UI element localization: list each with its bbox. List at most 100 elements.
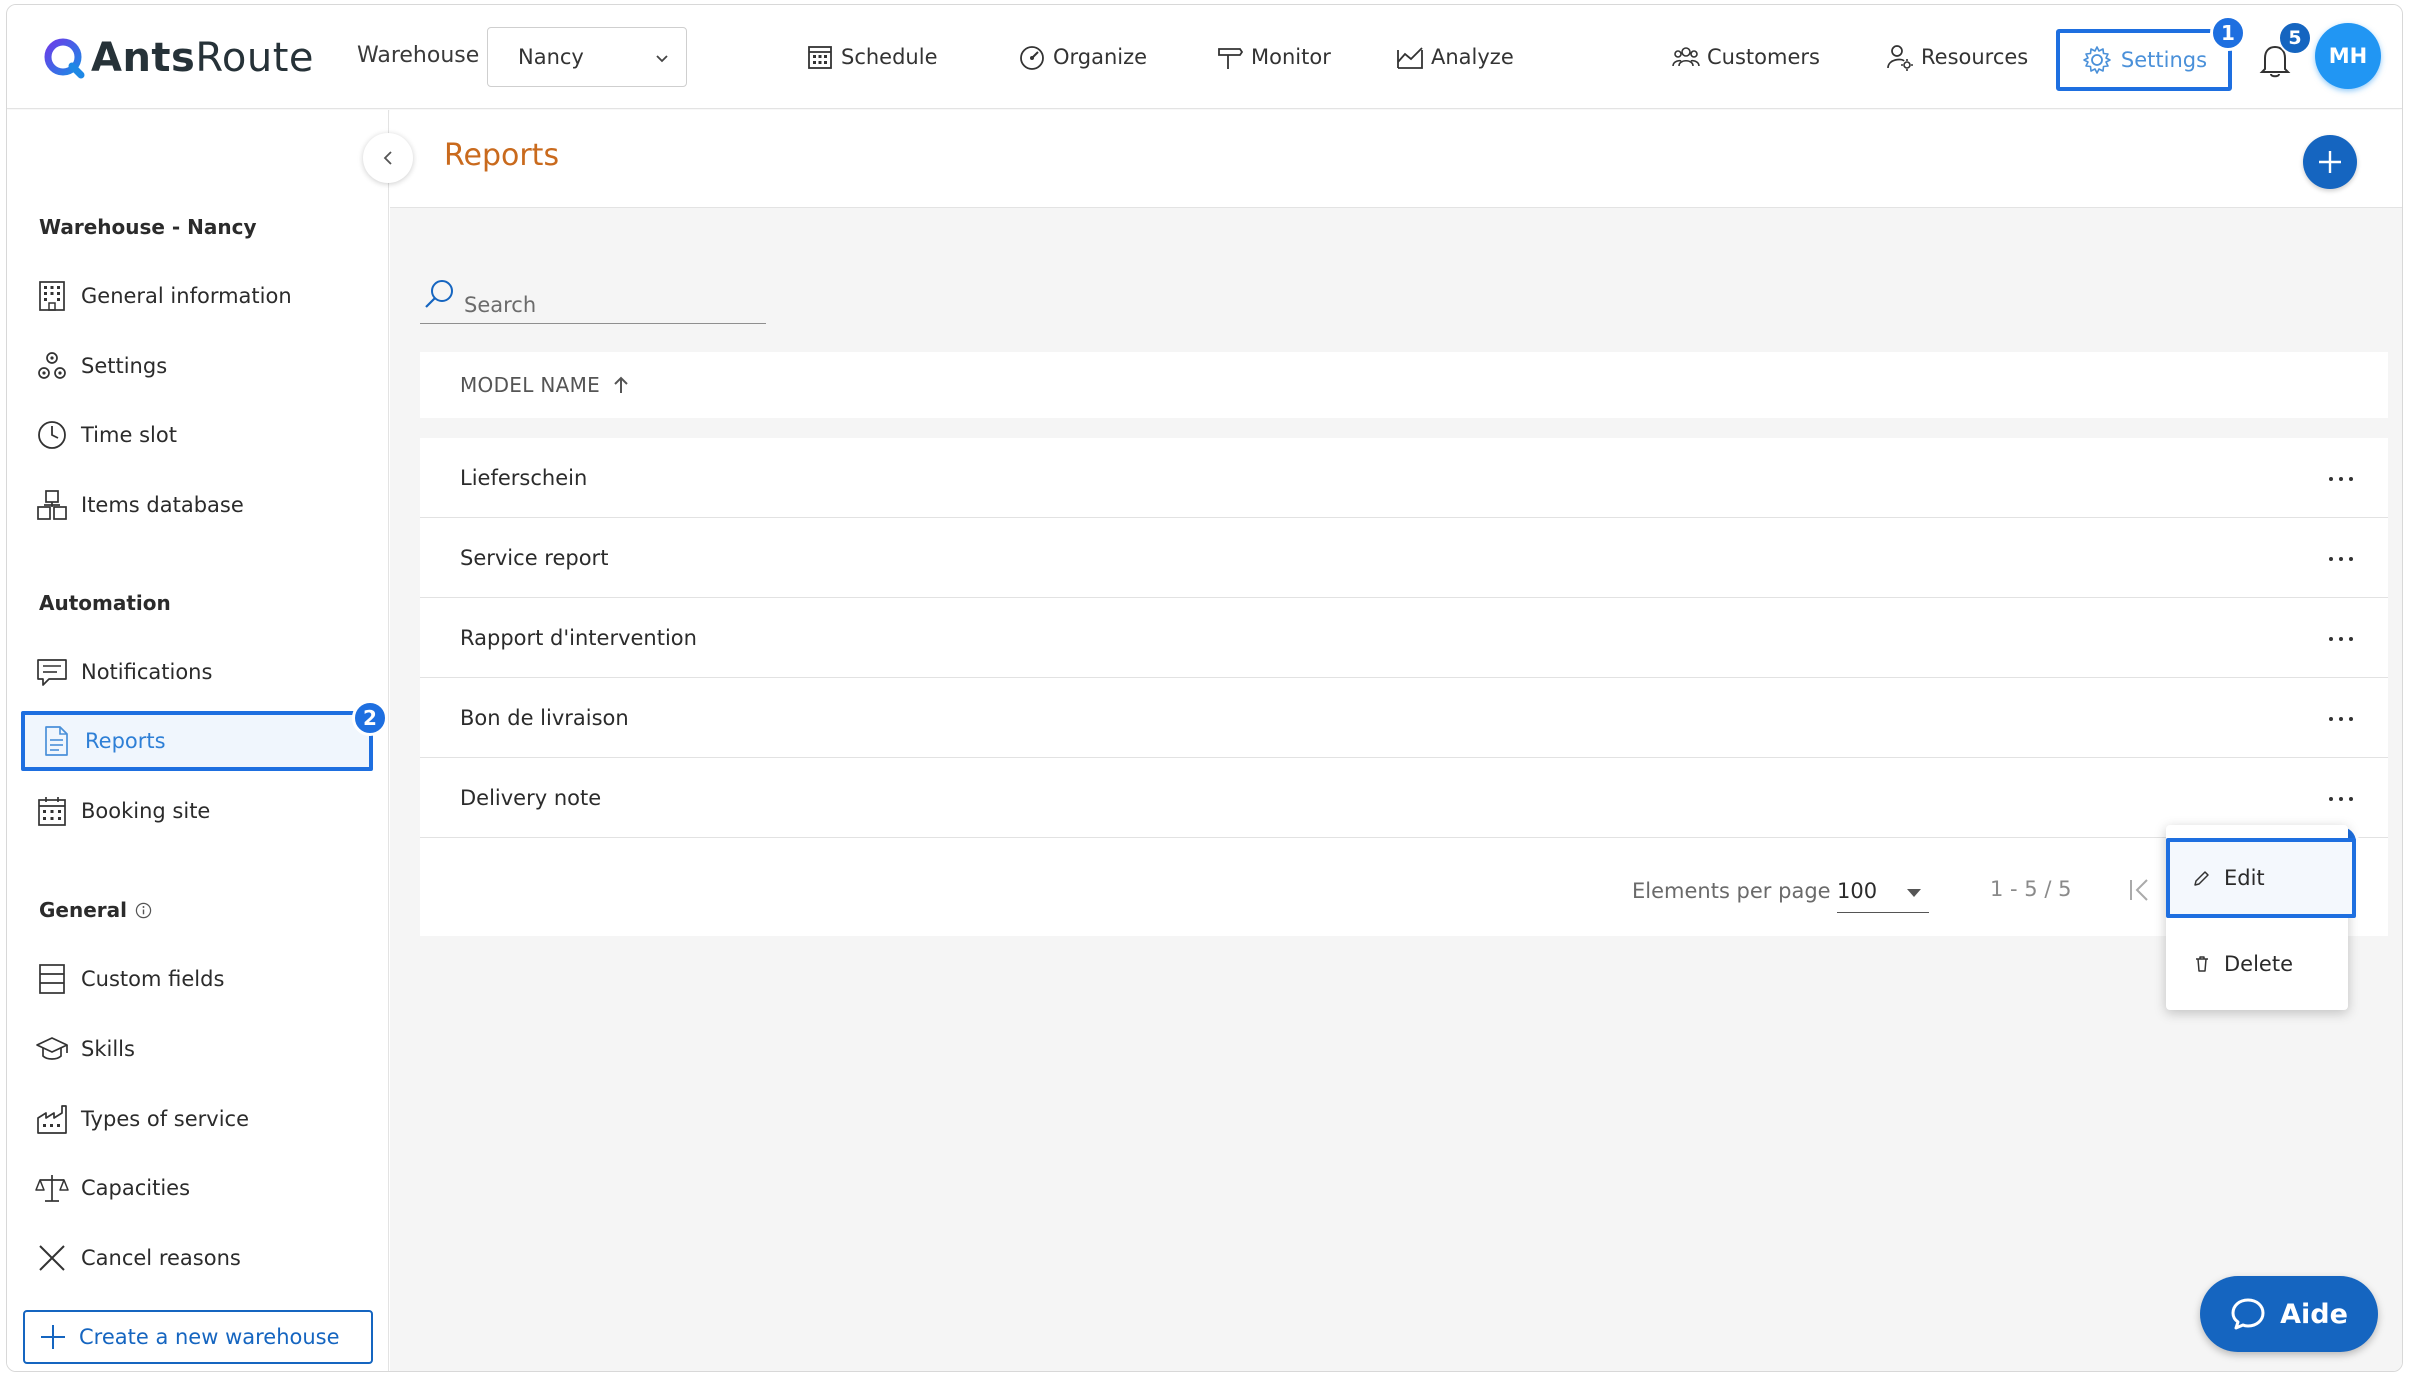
building-icon [39,281,65,311]
trash-icon [2196,956,2208,972]
sidebar-item-time-slot[interactable]: Time slot [35,412,375,458]
avatar[interactable]: MH [2315,23,2381,89]
table-row[interactable]: Lieferschein [420,438,2388,518]
signpost-icon [1218,48,1244,69]
nav-customers[interactable]: Customers [1671,35,1820,79]
page-header: Reports [390,110,2402,208]
row-menu-button[interactable] [2318,464,2364,494]
help-button-label: Aide [2280,1298,2348,1330]
sidebar-item-notifications[interactable]: Notifications [35,649,375,695]
menu-item-edit-label: Edit [2224,866,2265,890]
step-badge-1: 1 [2210,15,2246,51]
step-badge-2: 2 [352,700,388,736]
create-warehouse-button[interactable]: Create a new warehouse [23,1310,373,1364]
sidebar-item-booking-site[interactable]: Booking site [35,788,375,834]
logo-text: AntsRoute [91,35,314,81]
search-placeholder: Search [464,293,537,317]
warehouse-select-value: Nancy [518,45,584,69]
nav-schedule[interactable]: Schedule [805,35,938,79]
warehouse-select[interactable]: Nancy [487,27,687,87]
row-menu-button[interactable] [2318,704,2364,734]
sidebar-item-items-database[interactable]: Items database [35,482,375,528]
menu-item-edit[interactable]: Edit [2166,838,2356,918]
help-button[interactable]: Aide [2200,1276,2378,1352]
nav-analyze-label: Analyze [1431,45,1514,69]
collapse-sidebar-button[interactable] [363,133,413,183]
logo-icon [44,38,85,79]
sidebar-item-custom-fields[interactable]: Custom fields [35,956,375,1002]
sidebar-item-general-information[interactable]: General information [35,273,375,319]
column-header-label: MODEL NAME [460,373,601,397]
chart-icon [1397,47,1423,69]
antsroute-logo[interactable]: AntsRoute [43,33,314,83]
sidebar-item-label: Time slot [81,423,177,447]
sidebar-item-label: Types of service [81,1107,249,1131]
sidebar-item-skills[interactable]: Skills [35,1026,375,1072]
row-menu-button[interactable] [2318,544,2364,574]
sidebar-item-label: Cancel reasons [81,1246,241,1270]
row-menu-button[interactable] [2318,624,2364,654]
calendar-icon [38,797,66,826]
row-menu-button[interactable] [2318,784,2364,814]
sidebar-item-label: Booking site [81,799,211,823]
add-report-button[interactable] [2303,135,2357,189]
gears-icon [38,352,66,379]
table-row[interactable]: Service report [420,518,2388,598]
plus-icon [2319,151,2341,173]
nav-analyze[interactable]: Analyze [1395,35,1514,79]
table-row[interactable]: Rapport d'intervention [420,598,2388,678]
header-divider [420,418,2388,438]
sidebar: Warehouse - Nancy General information Se… [7,110,389,1371]
row-model-name: Delivery note [460,785,602,810]
nav-organize[interactable]: Organize [1017,35,1147,79]
gauge-icon [1020,46,1044,70]
table-pagination: Elements per page 100 1 - 5 / 5 [420,839,2388,936]
nav-resources-label: Resources [1921,45,2029,69]
first-page-icon[interactable] [2125,875,2155,905]
nav-schedule-label: Schedule [841,45,938,69]
nav-monitor[interactable]: Monitor [1215,35,1331,79]
sidebar-item-types-of-service[interactable]: Types of service [35,1096,375,1142]
pagination-range: 1 - 5 / 5 [1990,877,2072,901]
sidebar-item-settings[interactable]: Settings [35,343,375,389]
search-input[interactable]: Search [420,278,766,324]
nav-customers-label: Customers [1707,45,1820,69]
row-model-name: Service report [460,545,609,570]
sidebar-item-label: General information [81,284,292,308]
caret-down-icon [1907,889,1921,897]
sidebar-item-label: Reports [85,729,166,753]
nav-monitor-label: Monitor [1251,45,1331,69]
sidebar-item-reports[interactable]: Reports [21,711,373,771]
warehouse-label: Warehouse [357,43,480,68]
table-row[interactable]: Delivery note [420,758,2388,838]
elements-per-page-label: Elements per page [1632,879,1831,903]
chevron-down-icon [656,55,668,63]
chevron-left-icon [383,151,392,165]
graduation-cap-icon [36,1037,68,1060]
table-row[interactable]: Bon de livraison [420,678,2388,758]
notification-count-badge: 5 [2278,21,2312,55]
nav-resources[interactable]: Resources [1885,35,2028,79]
elements-per-page-select[interactable]: 100 [1837,873,1929,913]
row-model-name: Lieferschein [460,465,588,490]
customers-icon [1672,47,1700,67]
column-header-model-name[interactable]: MODEL NAME [420,352,2388,418]
gear-icon [2083,46,2111,74]
sidebar-item-capacities[interactable]: Capacities [35,1165,375,1211]
fields-icon [39,964,65,994]
sidebar-heading-warehouse: Warehouse - Nancy [39,215,257,239]
info-icon[interactable] [135,902,152,919]
nav-settings[interactable]: Settings [2056,29,2232,91]
sidebar-item-cancel-reasons[interactable]: Cancel reasons [35,1235,375,1281]
factory-icon [37,1105,67,1134]
boxes-icon [37,490,67,520]
sidebar-item-label: Custom fields [81,967,225,991]
sidebar-item-label: Settings [81,354,168,378]
row-model-name: Rapport d'intervention [460,625,697,650]
sidebar-item-label: Items database [81,493,244,517]
menu-item-delete[interactable]: Delete [2166,925,2348,1003]
pencil-icon [2194,871,2209,886]
sidebar-heading-automation: Automation [39,591,171,615]
row-model-name: Bon de livraison [460,705,629,730]
page-title: Reports [444,138,560,173]
